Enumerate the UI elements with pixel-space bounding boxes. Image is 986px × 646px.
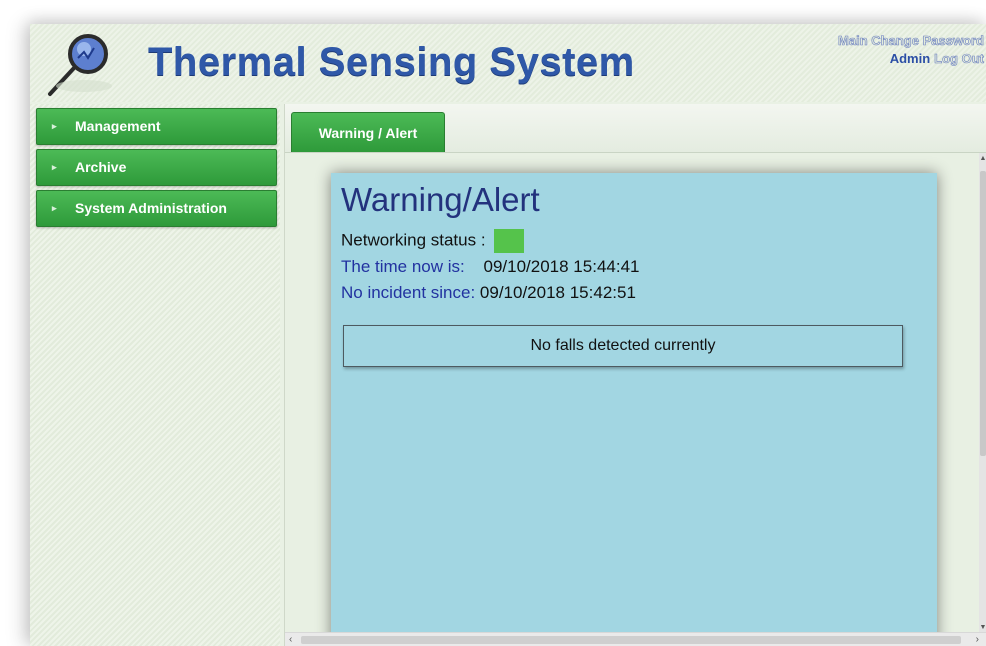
horizontal-scroll-thumb[interactable] (301, 636, 961, 644)
chevron-right-icon: ▸ (52, 203, 57, 213)
chevron-right-icon: ▸ (52, 121, 57, 131)
content-area: Warning / Alert Warning/Alert Networking… (284, 104, 986, 646)
network-status-label: Networking status : (341, 230, 486, 250)
tab-warning-alert[interactable]: Warning / Alert (291, 112, 445, 152)
main-link[interactable]: Main (838, 33, 868, 49)
network-status-row: Networking status : (341, 229, 525, 253)
tab-strip: Warning / Alert (285, 104, 986, 153)
sidebar-item-label: System Administration (75, 200, 227, 216)
chevron-right-icon: ▸ (52, 162, 57, 172)
sidebar-item-management[interactable]: ▸ Management (36, 108, 277, 145)
network-status-indicator (494, 229, 525, 253)
alert-heading: Warning/Alert (341, 181, 540, 218)
header: Thermal Sensing System Main Change Passw… (30, 24, 986, 102)
alert-panel: Warning/Alert Networking status : The ti… (331, 173, 937, 633)
current-time-label: The time now is: (341, 257, 465, 276)
scroll-left-icon[interactable]: ‹ (289, 633, 292, 646)
username-label: Admin (889, 51, 931, 66)
magnifier-icon (48, 34, 112, 96)
change-password-link[interactable]: Change Password (871, 33, 984, 49)
current-time-row: The time now is: 09/10/2018 15:44:41 (341, 257, 639, 277)
app-title: Thermal Sensing System (148, 40, 635, 84)
app-window: Thermal Sensing System Main Change Passw… (30, 24, 986, 646)
scroll-right-icon[interactable]: › (976, 633, 979, 646)
logout-link[interactable]: Log Out (934, 51, 984, 67)
incident-value: 09/10/2018 15:42:51 (479, 283, 636, 302)
header-links: Main Change Password Admin Log Out (838, 32, 985, 68)
vertical-scroll-thumb[interactable] (980, 171, 986, 456)
sidebar-item-label: Management (75, 118, 161, 134)
sidebar-item-system-administration[interactable]: ▸ System Administration (36, 190, 277, 227)
current-time-value: 09/10/2018 15:44:41 (483, 257, 640, 276)
incident-row: No incident since: 09/10/2018 15:42:51 (341, 283, 636, 303)
scroll-up-icon[interactable]: ▲ (979, 155, 986, 162)
scroll-viewport: Warning/Alert Networking status : The ti… (285, 153, 979, 633)
sidebar-item-label: Archive (75, 159, 127, 175)
vertical-scrollbar[interactable]: ▲ ▼ (979, 153, 986, 633)
scroll-down-icon[interactable]: ▼ (979, 624, 986, 631)
sidebar: ▸ Management ▸ Archive ▸ System Administ… (30, 104, 280, 646)
horizontal-scrollbar[interactable]: ‹ › (285, 632, 986, 646)
incident-label: No incident since: (341, 283, 476, 302)
sidebar-item-archive[interactable]: ▸ Archive (36, 149, 277, 186)
fall-status-message: No falls detected currently (343, 325, 903, 367)
